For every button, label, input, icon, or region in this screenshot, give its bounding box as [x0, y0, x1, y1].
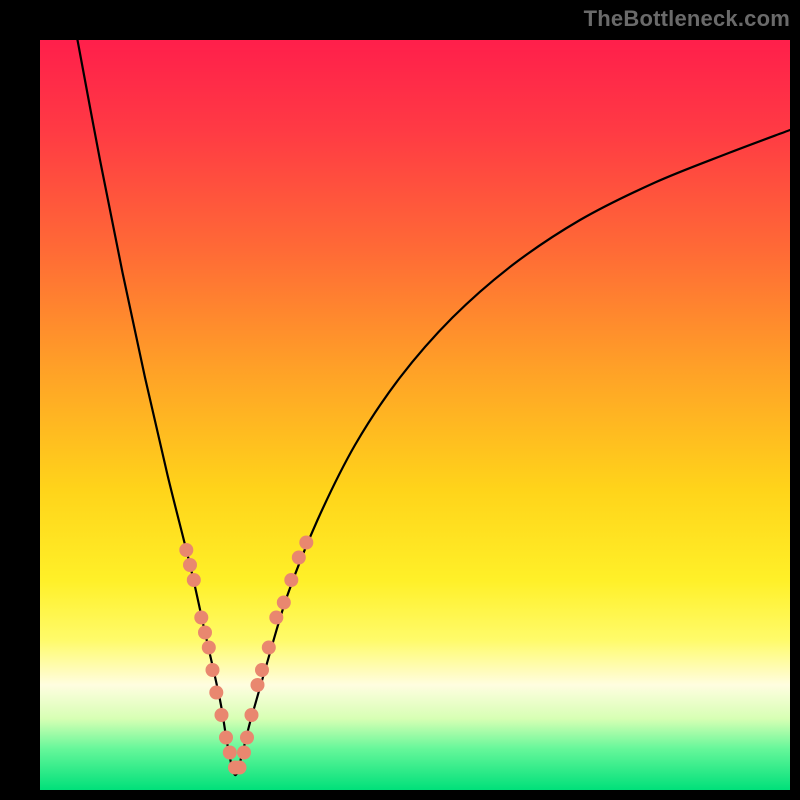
- marker-dot: [183, 558, 197, 572]
- marker-dot: [215, 708, 229, 722]
- marker-dot: [187, 573, 201, 587]
- marker-dot: [219, 731, 233, 745]
- marker-dot: [240, 731, 254, 745]
- marker-dot: [269, 611, 283, 625]
- plot-area: [40, 40, 790, 790]
- chart-svg: [40, 40, 790, 790]
- app-frame: TheBottleneck.com: [0, 0, 800, 800]
- marker-dot: [237, 746, 251, 760]
- bottleneck-curve: [78, 40, 791, 775]
- marker-dot: [251, 678, 265, 692]
- watermark-text: TheBottleneck.com: [584, 6, 790, 32]
- marker-dot: [198, 626, 212, 640]
- marker-dot: [255, 663, 269, 677]
- marker-dot: [277, 596, 291, 610]
- marker-dot: [292, 551, 306, 565]
- marker-dot: [245, 708, 259, 722]
- curve-markers: [179, 536, 313, 775]
- marker-dot: [194, 611, 208, 625]
- marker-dot: [284, 573, 298, 587]
- marker-dot: [206, 663, 220, 677]
- marker-dot: [209, 686, 223, 700]
- marker-dot: [179, 543, 193, 557]
- marker-dot: [233, 761, 247, 775]
- marker-dot: [262, 641, 276, 655]
- marker-dot: [223, 746, 237, 760]
- marker-dot: [202, 641, 216, 655]
- marker-dot: [299, 536, 313, 550]
